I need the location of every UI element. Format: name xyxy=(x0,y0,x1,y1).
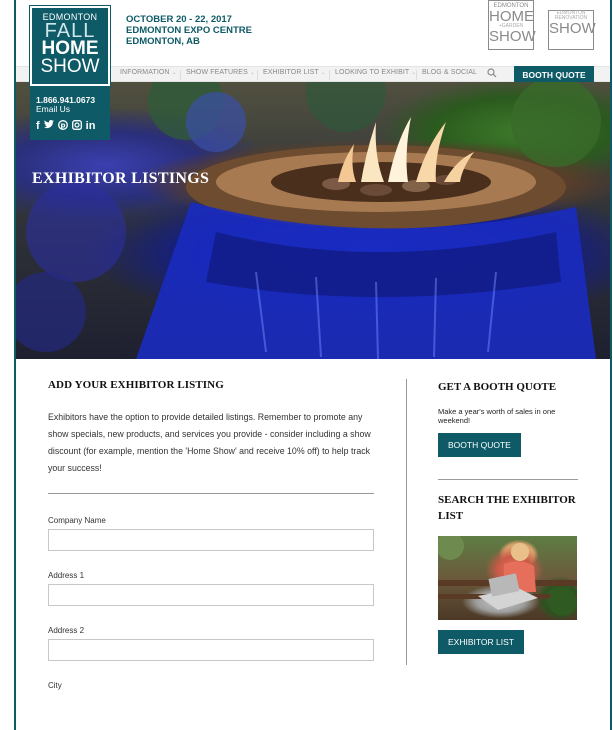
exhibitor-list-button[interactable]: EXHIBITOR LIST xyxy=(438,630,524,654)
search-exhibitor-heading: SEARCH THE EXHIBITOR LIST xyxy=(438,494,576,522)
content-area: ADD YOUR EXHIBITOR LISTING Exhibitors ha… xyxy=(16,359,610,730)
column-divider xyxy=(406,379,407,665)
email-link[interactable]: Email Us xyxy=(36,105,106,114)
nav-item-exhibitor-list[interactable]: EXHIBITOR LIST ⌄ xyxy=(263,69,326,76)
booth-quote-text: Make a year's worth of sales in one week… xyxy=(438,407,556,425)
nav-item-looking-to-exhibit[interactable]: LOOKING TO EXHIBIT ⌄ xyxy=(335,69,416,76)
event-city: EDMONTON, AB xyxy=(126,36,200,47)
search-icon[interactable] xyxy=(487,68,497,81)
event-dates: OCTOBER 20 - 22, 2017 xyxy=(126,14,232,25)
form-divider xyxy=(48,493,374,494)
chevron-down-icon: ⌄ xyxy=(249,70,255,76)
renovation-logo-show: SHOW xyxy=(549,20,596,37)
exhibitor-list-photo[interactable] xyxy=(438,536,577,620)
sidebar: GET A BOOTH QUOTE Make a year's worth of… xyxy=(438,379,578,654)
nav-label: EXHIBITOR LIST xyxy=(263,69,319,76)
logo-line-4: SHOW xyxy=(40,56,100,77)
home-garden-logo-show: SHOW xyxy=(489,28,536,45)
address-1-label: Address 1 xyxy=(48,571,85,580)
site-logo[interactable]: EDMONTON FALL HOME SHOW xyxy=(29,5,111,87)
pinterest-icon[interactable]: p xyxy=(57,120,68,133)
booth-quote-heading: GET A BOOTH QUOTE xyxy=(438,381,557,393)
contact-panel: 1.866.941.0673 Email Us f p in xyxy=(30,86,110,140)
nav-divider xyxy=(180,70,181,80)
home-garden-show-logo[interactable]: EDMONTON HOME +GARDEN SHOW xyxy=(488,0,536,50)
company-name-label: Company Name xyxy=(48,516,106,525)
chevron-down-icon: ⌄ xyxy=(171,70,177,76)
instagram-icon[interactable] xyxy=(71,120,82,133)
social-links: f p in xyxy=(36,120,106,133)
renovation-show-logo[interactable]: EDMONTON RENOVATION SHOW xyxy=(548,10,596,50)
booth-quote-button[interactable]: BOOTH QUOTE xyxy=(438,433,521,457)
nav-label: INFORMATION xyxy=(120,69,170,76)
company-name-field[interactable] xyxy=(48,529,374,551)
city-label: City xyxy=(48,681,62,690)
home-garden-logo-home: HOME xyxy=(489,8,534,25)
nav-label: LOOKING TO EXHIBIT xyxy=(335,69,410,76)
event-venue: EDMONTON EXPO CENTRE xyxy=(126,25,252,36)
listing-form-section: ADD YOUR EXHIBITOR LISTING Exhibitors ha… xyxy=(48,379,378,690)
address-1-field[interactable] xyxy=(48,584,374,606)
woman-with-laptop-image xyxy=(438,536,577,616)
nav-divider xyxy=(329,70,330,80)
facebook-icon[interactable]: f xyxy=(36,120,40,133)
chevron-down-icon: ⌄ xyxy=(320,70,326,76)
nav-label: SHOW FEATURES xyxy=(186,69,248,76)
nav-item-show-features[interactable]: SHOW FEATURES ⌄ xyxy=(186,69,255,76)
nav-item-information[interactable]: INFORMATION ⌄ xyxy=(120,69,177,76)
twitter-icon[interactable] xyxy=(43,120,54,133)
nav-divider xyxy=(257,70,258,80)
nav-label: BLOG & SOCIAL xyxy=(422,69,477,76)
linkedin-icon[interactable]: in xyxy=(86,120,96,133)
svg-text:p: p xyxy=(60,122,65,130)
form-intro: Exhibitors have the option to provide de… xyxy=(48,412,371,473)
event-info: OCTOBER 20 - 22, 2017 EDMONTON EXPO CENT… xyxy=(126,14,252,47)
form-heading: ADD YOUR EXHIBITOR LISTING xyxy=(48,379,224,391)
nav-item-blog-social[interactable]: BLOG & SOCIAL xyxy=(422,69,477,76)
hero-title: EXHIBITOR LISTINGS xyxy=(32,170,210,187)
page-frame: OCTOBER 20 - 22, 2017 EDMONTON EXPO CENT… xyxy=(14,0,612,730)
address-2-field[interactable] xyxy=(48,639,374,661)
address-2-label: Address 2 xyxy=(48,626,85,635)
sidebar-divider xyxy=(438,479,578,480)
nav-divider xyxy=(416,70,417,80)
